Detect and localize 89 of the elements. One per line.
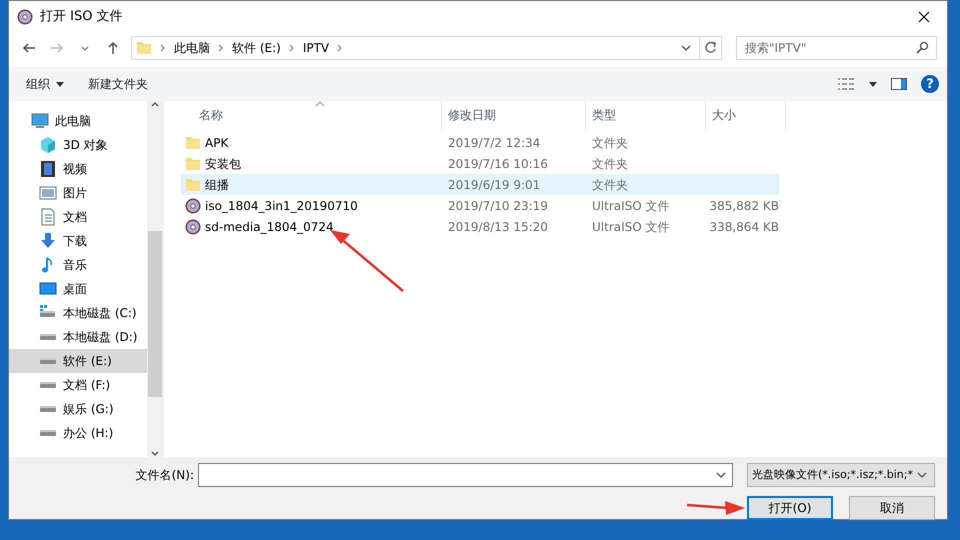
chevron-icon bbox=[218, 44, 224, 52]
picture-icon bbox=[39, 184, 57, 202]
chevron-down-icon bbox=[151, 451, 159, 457]
file-type: 文件夹 bbox=[592, 156, 628, 170]
view-list-icon[interactable] bbox=[837, 77, 855, 91]
file-size: 338,864 KB bbox=[709, 218, 779, 236]
sidebar-item[interactable]: 音乐 bbox=[9, 253, 147, 277]
caret-icon[interactable] bbox=[869, 82, 877, 86]
file-date: 2019/7/16 10:16 bbox=[448, 156, 548, 170]
sidebar-item[interactable]: 此电脑 bbox=[9, 109, 147, 133]
dropdown-icon bbox=[681, 44, 691, 52]
sidebar-item[interactable]: 文档 bbox=[9, 205, 147, 229]
search-icon bbox=[915, 41, 929, 55]
file-type: UltraISO 文件 bbox=[592, 220, 670, 234]
breadcrumb-item[interactable]: 此电脑 bbox=[174, 39, 210, 57]
preview-pane-icon[interactable] bbox=[891, 78, 907, 90]
drive-icon bbox=[40, 406, 56, 412]
file-type-dropdown[interactable]: 光盘映像文件(*.iso;*.isz;*.bin;* bbox=[747, 463, 935, 487]
file-date: 2019/7/2 12:34 bbox=[448, 136, 540, 150]
disc-icon bbox=[17, 9, 33, 25]
dropdown-icon bbox=[716, 471, 726, 479]
scrollbar[interactable] bbox=[147, 101, 163, 457]
window-title: 打开 ISO 文件 bbox=[40, 8, 123, 26]
search-field[interactable]: 搜索"IPTV" bbox=[736, 36, 937, 60]
folder-icon bbox=[136, 40, 152, 56]
address-bar[interactable]: 此电脑 软件 (E:) IPTV bbox=[131, 36, 722, 60]
file-row[interactable]: 安装包 2019/7/16 10:16 文件夹 bbox=[181, 153, 779, 174]
file-name[interactable]: iso_1804_3in1_20190710 bbox=[205, 196, 358, 214]
file-size: 385,882 KB bbox=[709, 198, 779, 214]
file-type: 文件夹 bbox=[592, 178, 628, 192]
sidebar-item[interactable]: 办公 (H:) bbox=[9, 421, 147, 445]
file-date: 2019/8/13 15:20 bbox=[448, 220, 548, 234]
sidebar-item[interactable]: 本地磁盘 (D:) bbox=[9, 325, 147, 349]
sidebar-item[interactable]: 图片 bbox=[9, 181, 147, 205]
drive-icon bbox=[40, 382, 56, 388]
sidebar-item[interactable]: 桌面 bbox=[9, 277, 147, 301]
file-type: UltraISO 文件 bbox=[592, 198, 670, 212]
file-type: 文件夹 bbox=[592, 136, 628, 150]
file-row[interactable]: sd-media_1804_0724 2019/8/13 15:20 UltraISO 文件 338,864 KB bbox=[181, 216, 779, 237]
file-name[interactable]: APK bbox=[205, 134, 228, 152]
annotation-arrow bbox=[685, 499, 747, 515]
disc-icon bbox=[185, 198, 201, 214]
sidebar-item[interactable]: 下载 bbox=[9, 229, 147, 253]
sidebar-item[interactable]: 文档 (F:) bbox=[9, 373, 147, 397]
column-header[interactable]: 类型 bbox=[586, 101, 706, 129]
close-icon[interactable] bbox=[918, 11, 930, 23]
file-date: 2019/7/10 23:19 bbox=[448, 198, 548, 212]
file-name[interactable]: 安装包 bbox=[205, 154, 241, 172]
column-header[interactable]: 大小 bbox=[706, 101, 786, 129]
filename-label: 文件名(N): bbox=[136, 467, 194, 484]
file-row[interactable]: iso_1804_3in1_20190710 2019/7/10 23:19 UltraISO 文件 385,882 KB bbox=[181, 195, 779, 216]
open-button[interactable]: 打开(O) bbox=[747, 496, 833, 520]
drive-icon bbox=[40, 358, 56, 364]
folder-icon bbox=[185, 134, 201, 150]
drive-icon bbox=[40, 334, 56, 340]
chevron-icon bbox=[337, 44, 344, 52]
film-icon bbox=[39, 160, 57, 178]
file-name[interactable]: 组播 bbox=[205, 176, 229, 194]
sidebar-item[interactable]: 视频 bbox=[9, 157, 147, 181]
drive-icon bbox=[40, 430, 56, 436]
document-icon bbox=[39, 208, 57, 226]
sidebar-item[interactable]: 本地磁盘 (C:) bbox=[9, 301, 147, 325]
breadcrumb-item[interactable]: IPTV bbox=[302, 39, 330, 57]
sidebar-item[interactable]: 软件 (E:) bbox=[9, 349, 147, 373]
column-header[interactable]: 名称 bbox=[181, 101, 442, 129]
organize-menu[interactable]: 组织 bbox=[21, 73, 69, 95]
folder-icon bbox=[185, 156, 201, 172]
sidebar-item[interactable]: 娱乐 (G:) bbox=[9, 397, 147, 421]
sidebar-item[interactable]: 3D 对象 bbox=[9, 133, 147, 157]
disc-icon bbox=[185, 218, 201, 234]
computer-icon bbox=[31, 112, 49, 130]
cube-icon bbox=[39, 136, 57, 154]
file-name[interactable]: sd-media_1804_0724 bbox=[205, 218, 334, 236]
folder-icon bbox=[185, 176, 201, 192]
help-button[interactable]: ? bbox=[921, 75, 939, 93]
breadcrumb-item[interactable]: 软件 (E:) bbox=[232, 39, 281, 57]
new-folder-button[interactable]: 新建文件夹 bbox=[83, 73, 153, 95]
file-row[interactable]: APK 2019/7/2 12:34 文件夹 bbox=[181, 132, 779, 153]
file-date: 2019/6/19 9:01 bbox=[448, 178, 540, 192]
chevron-icon bbox=[160, 44, 166, 52]
caret-icon bbox=[56, 82, 64, 86]
file-row[interactable]: 组播 2019/6/19 9:01 文件夹 bbox=[181, 174, 779, 195]
chevron-icon bbox=[288, 44, 295, 52]
dropdown-icon bbox=[917, 471, 927, 479]
cancel-button[interactable]: 取消 bbox=[849, 496, 935, 520]
filename-field[interactable] bbox=[198, 463, 733, 487]
chevron-up-icon bbox=[151, 101, 159, 107]
column-header[interactable]: 修改日期 bbox=[442, 101, 586, 129]
download-icon bbox=[39, 232, 57, 250]
